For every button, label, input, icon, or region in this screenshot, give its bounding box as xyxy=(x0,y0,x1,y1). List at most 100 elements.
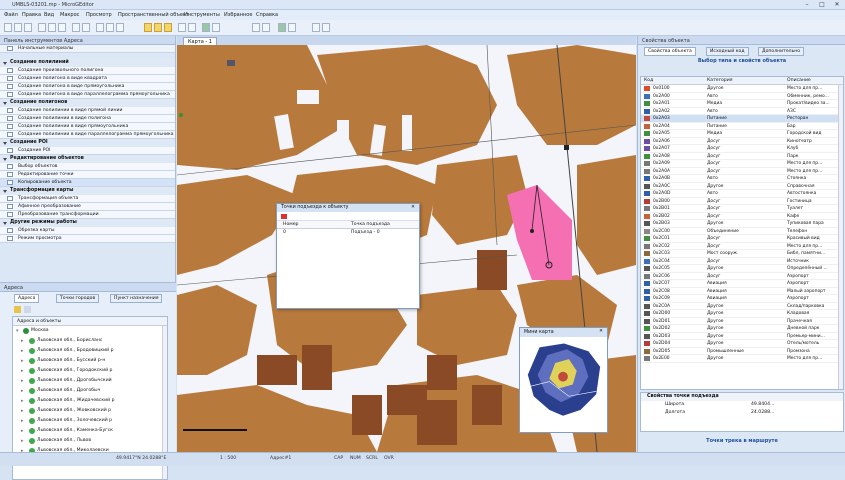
measure-icon[interactable] xyxy=(178,23,186,32)
object-type-row[interactable]: 0x2C07 Авиация Аэропорт xyxy=(641,280,843,288)
object-type-row[interactable]: 0x2B01 Досуг Туалет xyxy=(641,205,843,213)
save-icon[interactable] xyxy=(24,23,32,32)
redo-icon[interactable] xyxy=(82,23,90,32)
tree-item[interactable]: ▸ Львовская обл., Дрогобычский xyxy=(13,376,167,386)
object-type-row[interactable]: 0x2D01 Другое Прачечная xyxy=(641,318,843,325)
search-icon[interactable] xyxy=(212,23,220,32)
object-type-row[interactable]: 0x2A0A Досуг Место для пр... xyxy=(641,168,843,175)
tool-item[interactable]: Создание полилинии в виде полигона xyxy=(0,115,175,123)
section-polygons[interactable]: Создание полигонов xyxy=(0,99,175,107)
object-type-row[interactable]: 0x2C04 Досуг Источник xyxy=(641,258,843,265)
zoom-in-icon[interactable] xyxy=(96,23,104,32)
tab-source-code[interactable]: Исходный код xyxy=(706,47,749,56)
object-type-row[interactable]: 0x2A02 Авто АЗС xyxy=(641,108,843,115)
menu-preview[interactable]: Просмотр xyxy=(86,12,112,18)
object-type-row[interactable]: 0x2A00 Авто Обменник, ремо... xyxy=(641,93,843,100)
tab-city-points[interactable]: Точки городов xyxy=(56,294,100,303)
object-type-row[interactable]: 0x2A03 Питание Ресторан xyxy=(641,115,843,123)
node-tool-icon[interactable] xyxy=(164,23,172,32)
tree-item[interactable]: ▸ Львовская обл., Бусский р-н xyxy=(13,356,167,366)
object-type-row[interactable]: 0x2B02 Досуг Кафе xyxy=(641,213,843,220)
object-type-row[interactable]: 0x2A0C Другое Справочная xyxy=(641,183,843,190)
tool-item[interactable]: Трансформация объекта xyxy=(0,195,175,203)
object-type-row[interactable]: 0x2A0B Авто Стоянка xyxy=(641,175,843,183)
object-type-row[interactable]: 0x2E00 Другое Место для пр... xyxy=(641,355,843,363)
add-icon[interactable] xyxy=(14,306,21,313)
minimize-button[interactable]: – xyxy=(800,1,814,8)
close-button[interactable]: ✕ xyxy=(830,1,844,8)
tree-root[interactable]: ▾ Москва xyxy=(13,326,167,336)
section-transform[interactable]: Трансформация карты xyxy=(0,187,175,195)
object-type-row[interactable]: 0x2C01 Досуг Красивый вид xyxy=(641,235,843,243)
menu-macro[interactable]: Макрос xyxy=(60,12,79,18)
tool-item[interactable]: Создание POI xyxy=(0,147,175,155)
tree-item[interactable]: ▸ Львовская обл., Львов xyxy=(13,436,167,446)
route-track-points-link[interactable]: Точки трека в маршруте xyxy=(640,436,844,446)
object-type-row[interactable]: 0x2A04 Питание Бар xyxy=(641,123,843,130)
object-type-row[interactable]: 0x2C03 Мост сооруж. Библ, памятни... xyxy=(641,250,843,258)
menu-help[interactable]: Справка xyxy=(256,12,278,18)
object-type-row[interactable]: 0x2C0A Другое Склад/парковка xyxy=(641,303,843,310)
edit-tool-icon[interactable] xyxy=(154,23,162,32)
tab-addresses[interactable]: Адреса xyxy=(14,294,40,303)
select-tool-icon[interactable] xyxy=(144,23,152,32)
prop-row[interactable]: Долгота 24.0288... xyxy=(641,409,843,417)
route-icon[interactable] xyxy=(202,23,210,32)
menu-view[interactable]: Вид xyxy=(44,12,54,18)
object-type-row[interactable]: 0x2D04 Другое Отель/мотель xyxy=(641,340,843,348)
undo-icon[interactable] xyxy=(72,23,80,32)
tool-item[interactable]: Создание полилинии в виде параллелограмм… xyxy=(0,131,175,139)
object-type-row[interactable]: 0x2A01 Медиа Прокат/видео за... xyxy=(641,100,843,108)
menu-tools[interactable]: Инструменты xyxy=(184,12,220,18)
menu-file[interactable]: Файл xyxy=(4,12,18,18)
pan-icon[interactable] xyxy=(116,23,124,32)
tool-item[interactable]: Режим просмотра xyxy=(0,235,175,243)
new-icon[interactable] xyxy=(4,23,12,32)
dialog-close-icon[interactable]: ✕ xyxy=(411,205,415,210)
cut-icon[interactable] xyxy=(38,23,46,32)
tree-item[interactable]: ▸ Львовская обл., Дрогобыч xyxy=(13,386,167,396)
object-type-row[interactable]: 0x2A09 Досуг Место для пр... xyxy=(641,160,843,168)
open-icon[interactable] xyxy=(14,23,22,32)
object-type-row[interactable]: 0x2B00 Досуг Гостиница xyxy=(641,198,843,205)
settings-icon[interactable] xyxy=(288,23,296,32)
object-type-row[interactable]: 0x2C00 Объединение Телефон xyxy=(641,228,843,235)
tree-item[interactable]: ▸ Львовская обл., Борисланс xyxy=(13,336,167,346)
layers-icon[interactable] xyxy=(188,23,196,32)
tree-item[interactable]: ▸ Львовская обл., Жидачевский р xyxy=(13,396,167,406)
prop-row[interactable]: Широта 49.8404... xyxy=(641,401,843,409)
snap-icon[interactable] xyxy=(262,23,270,32)
tool-item[interactable]: Создание полигона в виде параллелограмма… xyxy=(0,91,175,99)
tree-item[interactable]: ▸ Львовская обл., Бродовицкий р xyxy=(13,346,167,356)
object-type-row[interactable]: 0x2C08 Авиация Малый аэропорт xyxy=(641,288,843,295)
section-edit-objects[interactable]: Редактирование объектов xyxy=(0,155,175,163)
object-type-row[interactable]: 0x2B03 Другое Тупиковая пара xyxy=(641,220,843,228)
maximize-button[interactable]: □ xyxy=(815,1,829,8)
section-polylines[interactable]: Создание полилиний xyxy=(0,59,175,67)
tool-item[interactable]: Создание произвольного полигона xyxy=(0,67,175,75)
tool-item[interactable]: Преобразование трансформации xyxy=(0,211,175,219)
section-poi[interactable]: Создание POI xyxy=(0,139,175,147)
object-type-row[interactable]: 0x2A05 Медиа Городской вид xyxy=(641,130,843,138)
dialog-table-row[interactable]: 0 Подъезд - 0 xyxy=(277,229,419,237)
zoom-out-icon[interactable] xyxy=(106,23,114,32)
tree-item[interactable]: ▸ Львовская обл., Каменка-Бугск xyxy=(13,426,167,436)
object-type-row[interactable]: 0x2D05 Промышленные Промзона xyxy=(641,348,843,355)
object-type-row[interactable]: 0x2C05 Другое Определённый ... xyxy=(641,265,843,273)
minimap-close-icon[interactable]: ✕ xyxy=(599,329,603,334)
tree-item[interactable]: ▸ Львовская обл., Золочевский р xyxy=(13,416,167,426)
tab-additional[interactable]: Дополнительно xyxy=(758,47,805,56)
section-other-modes[interactable]: Другие режимы работы xyxy=(0,219,175,227)
tool-item[interactable]: Выбор объектов xyxy=(0,163,175,171)
window-icon[interactable] xyxy=(312,23,320,32)
grid-icon[interactable] xyxy=(252,23,260,32)
tree-item[interactable]: ▸ Львовская обл., Городокский р xyxy=(13,366,167,376)
object-type-row[interactable]: 0x2D00 Другое Кладовая xyxy=(641,310,843,318)
menu-favorites[interactable]: Избранное xyxy=(224,12,252,18)
filter-icon[interactable] xyxy=(24,306,31,313)
tree-item[interactable]: ▸ Львовская обл., Жовковский р xyxy=(13,406,167,416)
object-type-row[interactable]: 0x2A08 Досуг Парк xyxy=(641,153,843,160)
object-type-row[interactable]: 0x2C06 Досуг Аэропорт xyxy=(641,273,843,280)
menu-spatial[interactable]: Пространственный объект xyxy=(118,12,189,18)
object-type-row[interactable]: 0x2A0D Авто Автостоянка xyxy=(641,190,843,198)
